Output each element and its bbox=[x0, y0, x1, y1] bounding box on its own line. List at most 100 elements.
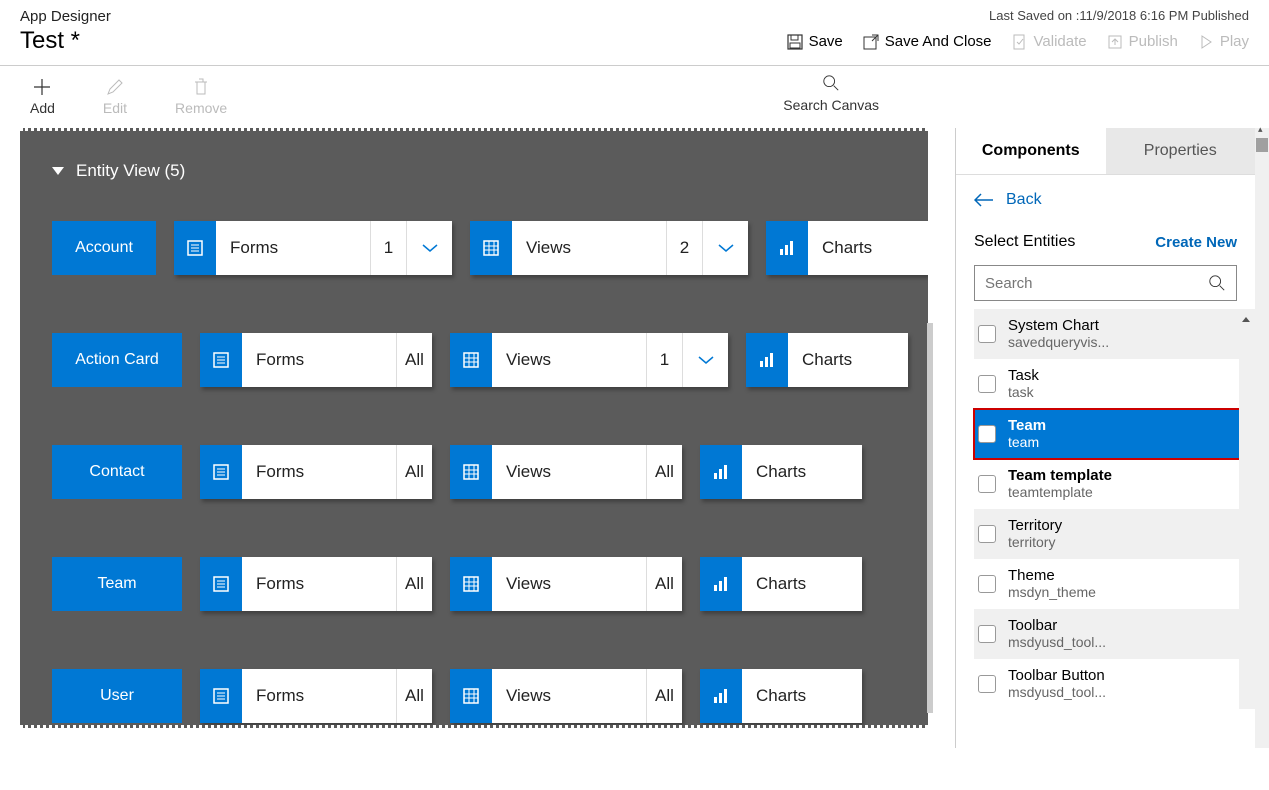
forms-tile[interactable]: Forms All bbox=[200, 445, 432, 499]
views-tile[interactable]: Views All bbox=[450, 669, 682, 723]
checkbox[interactable] bbox=[978, 375, 996, 393]
entity-tile[interactable]: Account bbox=[52, 221, 156, 275]
canvas-scrollbar[interactable] bbox=[927, 323, 933, 713]
chart-icon bbox=[766, 221, 808, 275]
chart-icon bbox=[700, 445, 742, 499]
view-icon bbox=[470, 221, 512, 275]
forms-tile[interactable]: Forms All bbox=[200, 557, 432, 611]
entity-view-header[interactable]: Entity View (5) bbox=[52, 161, 928, 181]
charts-label: Charts bbox=[788, 333, 908, 387]
save-icon bbox=[787, 34, 803, 50]
forms-label: Forms bbox=[216, 221, 370, 275]
checkbox[interactable] bbox=[978, 675, 996, 693]
entity-tile[interactable]: Action Card bbox=[52, 333, 182, 387]
tab-components[interactable]: Components bbox=[956, 128, 1106, 174]
app-label: App Designer bbox=[20, 8, 111, 25]
views-tile[interactable]: Views 2 bbox=[470, 221, 748, 275]
forms-tile[interactable]: Forms All bbox=[200, 669, 432, 723]
plus-icon bbox=[32, 74, 52, 100]
design-canvas[interactable]: Entity View (5) Account Forms 1 Views 2 … bbox=[20, 128, 928, 728]
add-button[interactable]: Add bbox=[30, 74, 55, 116]
entity-list-item[interactable]: Toolbar Button msdyusd_tool... bbox=[974, 659, 1247, 709]
charts-tile[interactable]: Charts bbox=[746, 333, 908, 387]
charts-tile[interactable]: Charts bbox=[766, 221, 928, 275]
chevron-down-icon[interactable] bbox=[406, 221, 452, 275]
entity-list-item[interactable]: ✔ Team team bbox=[974, 409, 1247, 459]
views-tile[interactable]: Views All bbox=[450, 557, 682, 611]
checkbox[interactable] bbox=[978, 525, 996, 543]
checkbox[interactable] bbox=[978, 575, 996, 593]
entity-list-item[interactable]: Toolbar msdyusd_tool... bbox=[974, 609, 1247, 659]
entity-row: Contact Forms All Views All Charts bbox=[52, 445, 928, 499]
search-icon bbox=[1208, 274, 1226, 292]
entity-code: msdyn_theme bbox=[1008, 584, 1096, 600]
entity-list-item[interactable]: Team template teamtemplate bbox=[974, 459, 1247, 509]
header: App Designer Test * Last Saved on :11/9/… bbox=[0, 0, 1269, 66]
save-close-label: Save And Close bbox=[885, 33, 992, 50]
entity-view-title: Entity View (5) bbox=[76, 161, 185, 181]
entity-tile[interactable]: User bbox=[52, 669, 182, 723]
views-count: All bbox=[646, 669, 682, 723]
remove-button[interactable]: Remove bbox=[175, 74, 227, 116]
entity-name: Theme bbox=[1008, 567, 1096, 584]
back-label: Back bbox=[1006, 191, 1042, 209]
entity-list-item[interactable]: Territory territory bbox=[974, 509, 1247, 559]
view-icon bbox=[450, 445, 492, 499]
panel-scrollbar[interactable] bbox=[1255, 128, 1269, 748]
forms-tile[interactable]: Forms All bbox=[200, 333, 432, 387]
form-icon bbox=[174, 221, 216, 275]
charts-label: Charts bbox=[808, 221, 928, 275]
entity-list-scrollbar[interactable] bbox=[1239, 309, 1255, 709]
entity-tile[interactable]: Team bbox=[52, 557, 182, 611]
entity-code: teamtemplate bbox=[1008, 484, 1112, 500]
search-canvas-button[interactable]: Search Canvas bbox=[783, 74, 879, 116]
views-tile[interactable]: Views 1 bbox=[450, 333, 728, 387]
entity-list-item[interactable]: System Chart savedqueryvis... bbox=[974, 309, 1247, 359]
charts-tile[interactable]: Charts bbox=[700, 445, 862, 499]
publish-button[interactable]: Publish bbox=[1107, 33, 1178, 50]
add-label: Add bbox=[30, 100, 55, 116]
entity-name: Toolbar bbox=[1008, 617, 1106, 634]
trash-icon bbox=[191, 74, 211, 100]
entity-tile[interactable]: Contact bbox=[52, 445, 182, 499]
edit-button[interactable]: Edit bbox=[103, 74, 127, 116]
entity-list-item[interactable]: Task task bbox=[974, 359, 1247, 409]
charts-tile[interactable]: Charts bbox=[700, 669, 862, 723]
right-panel: Components Properties Back Select Entiti… bbox=[955, 128, 1269, 748]
create-new-link[interactable]: Create New bbox=[1155, 234, 1237, 251]
validate-label: Validate bbox=[1034, 33, 1087, 50]
entity-search-input[interactable] bbox=[985, 275, 1208, 292]
chevron-down-icon[interactable] bbox=[682, 333, 728, 387]
last-saved-text: Last Saved on :11/9/2018 6:16 PM Publish… bbox=[787, 8, 1249, 23]
chart-icon bbox=[746, 333, 788, 387]
views-label: Views bbox=[492, 445, 646, 499]
validate-button[interactable]: Validate bbox=[1012, 33, 1087, 50]
entity-name: Team template bbox=[1008, 467, 1112, 484]
arrow-left-icon bbox=[974, 193, 994, 207]
save-and-close-button[interactable]: Save And Close bbox=[863, 33, 992, 50]
checkbox[interactable]: ✔ bbox=[978, 425, 996, 443]
entity-row: Team Forms All Views All Charts bbox=[52, 557, 928, 611]
checkbox[interactable] bbox=[978, 475, 996, 493]
checkbox[interactable] bbox=[978, 625, 996, 643]
charts-label: Charts bbox=[742, 557, 862, 611]
views-tile[interactable]: Views All bbox=[450, 445, 682, 499]
entity-row: Action Card Forms All Views 1 Charts bbox=[52, 333, 928, 387]
forms-label: Forms bbox=[242, 333, 396, 387]
form-icon bbox=[200, 669, 242, 723]
tab-properties[interactable]: Properties bbox=[1106, 128, 1256, 174]
back-button[interactable]: Back bbox=[956, 175, 1255, 225]
checkbox[interactable] bbox=[978, 325, 996, 343]
forms-tile[interactable]: Forms 1 bbox=[174, 221, 452, 275]
entity-list-item[interactable]: Theme msdyn_theme bbox=[974, 559, 1247, 609]
entity-code: team bbox=[1008, 434, 1046, 450]
entity-search-box[interactable] bbox=[974, 265, 1237, 301]
forms-count: All bbox=[396, 445, 432, 499]
chevron-down-icon[interactable] bbox=[702, 221, 748, 275]
search-canvas-label: Search Canvas bbox=[783, 97, 879, 113]
play-button[interactable]: Play bbox=[1198, 33, 1249, 50]
save-button[interactable]: Save bbox=[787, 33, 843, 50]
entity-code: territory bbox=[1008, 534, 1062, 550]
charts-tile[interactable]: Charts bbox=[700, 557, 862, 611]
remove-label: Remove bbox=[175, 100, 227, 116]
